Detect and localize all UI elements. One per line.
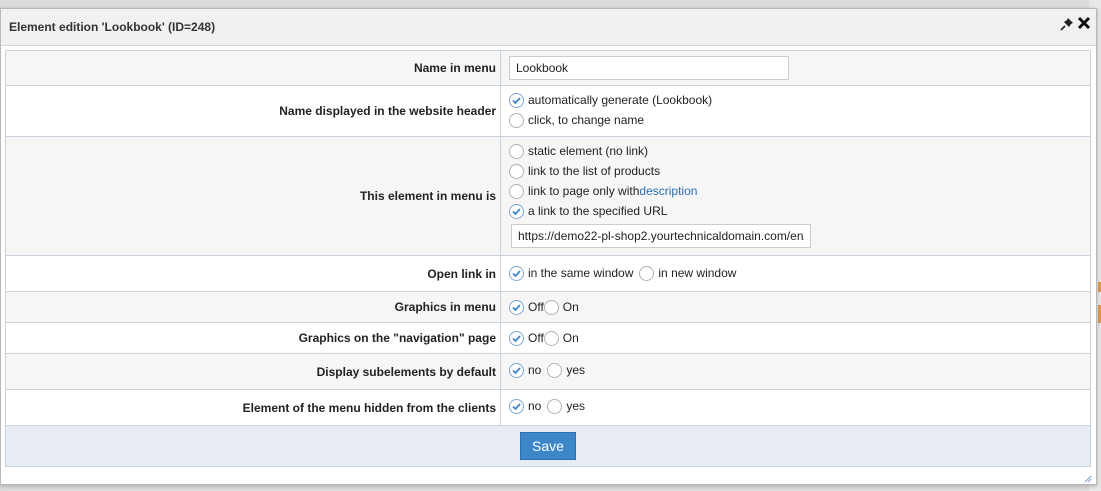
field-value: automatically generate (Lookbook) click,… [501,86,1090,136]
radio-label: link to the list of products [528,164,661,178]
field-value: in the same window in new window [501,256,1090,291]
resize-handle-icon[interactable] [1084,472,1092,483]
radio-checked-icon[interactable] [509,398,524,414]
row-graphics-navigation: Graphics on the "navigation" page Off On [6,323,1090,354]
field-label: Display subelements by default [6,354,501,389]
radio-label: no [528,363,542,377]
radio-option[interactable]: static element (no link) [509,141,1090,161]
row-open-link: Open link in in the same window in new w… [6,256,1090,292]
radio-label: On [562,300,579,314]
radio-unchecked-icon[interactable] [547,362,563,378]
radio-checked-icon[interactable] [509,362,524,378]
radio-checked-icon[interactable] [509,203,524,219]
save-button[interactable]: Save [520,432,576,460]
radio-group: in the same window in new window [509,263,1090,283]
radio-checked-icon[interactable] [509,92,524,108]
element-edit-dialog: Element edition 'Lookbook' (ID=248) Name… [0,8,1097,485]
radio-label: no [528,399,542,413]
name-in-menu-input[interactable] [509,56,789,80]
radio-label: yes [566,363,586,377]
radio-checked-icon[interactable] [509,299,524,315]
description-link[interactable]: description [639,184,697,198]
row-hidden-from-clients: Element of the menu hidden from the clie… [6,390,1090,426]
radio-unchecked-icon[interactable] [639,265,655,281]
radio-option[interactable]: link to page only with description [509,181,1090,201]
radio-group: Off On [509,328,1090,348]
radio-checked-icon[interactable] [509,265,524,281]
radio-group: Off On [509,297,1090,317]
field-value: no yes [501,354,1090,389]
radio-unchecked-icon[interactable] [509,183,524,199]
dialog-title: Element edition 'Lookbook' (ID=248) [9,20,216,34]
row-subelements: Display subelements by default no yes [6,354,1090,390]
form-footer: Save [6,426,1090,466]
field-label: Name in menu [6,51,501,85]
field-value: Off On [501,323,1090,353]
radio-label: in the same window [528,266,634,280]
radio-unchecked-icon[interactable] [509,163,524,179]
radio-label: in new window [658,266,737,280]
radio-unchecked-icon[interactable] [543,330,559,346]
radio-label: static element (no link) [528,144,649,158]
radio-option[interactable]: automatically generate (Lookbook) [509,90,1090,110]
row-element-type: This element in menu is static element (… [6,137,1090,256]
radio-label: yes [566,399,586,413]
element-form: Name in menu Name displayed in the websi… [5,50,1091,467]
dialog-titlebar[interactable]: Element edition 'Lookbook' (ID=248) [1,9,1096,46]
field-label: Name displayed in the website header [6,86,501,136]
radio-option[interactable]: a link to the specified URL [509,201,1090,221]
radio-option[interactable]: link to the list of products [509,161,1090,181]
field-value: Off On [501,292,1090,322]
radio-option[interactable]: click, to change name [509,110,1090,130]
radio-unchecked-icon[interactable] [509,143,524,159]
field-label: Graphics in menu [6,292,501,322]
radio-unchecked-icon[interactable] [547,398,563,414]
pin-icon[interactable] [1060,17,1074,31]
field-value: no yes [501,390,1090,425]
field-label: Graphics on the "navigation" page [6,323,501,353]
field-value [501,51,1090,85]
field-label: Element of the menu hidden from the clie… [6,390,501,425]
radio-label: Off [528,331,544,345]
field-label: This element in menu is [6,137,501,255]
row-header-name: Name displayed in the website header aut… [6,86,1090,137]
radio-group: no yes [509,360,1090,380]
field-label: Open link in [6,256,501,291]
row-graphics-menu: Graphics in menu Off On [6,292,1090,323]
radio-group: no yes [509,396,1090,416]
radio-label: Off [528,300,544,314]
close-icon[interactable] [1077,16,1091,30]
radio-label: click, to change name [528,113,645,127]
row-name-in-menu: Name in menu [6,51,1090,86]
radio-checked-icon[interactable] [509,330,524,346]
radio-unchecked-icon[interactable] [543,299,559,315]
url-input[interactable] [511,224,811,248]
radio-label: link to page only with [528,184,640,198]
radio-label: automatically generate (Lookbook) [528,93,713,107]
field-value: static element (no link) link to the lis… [501,137,1090,255]
radio-label: a link to the specified URL [528,204,668,218]
radio-label: On [562,331,579,345]
radio-unchecked-icon[interactable] [509,112,524,128]
